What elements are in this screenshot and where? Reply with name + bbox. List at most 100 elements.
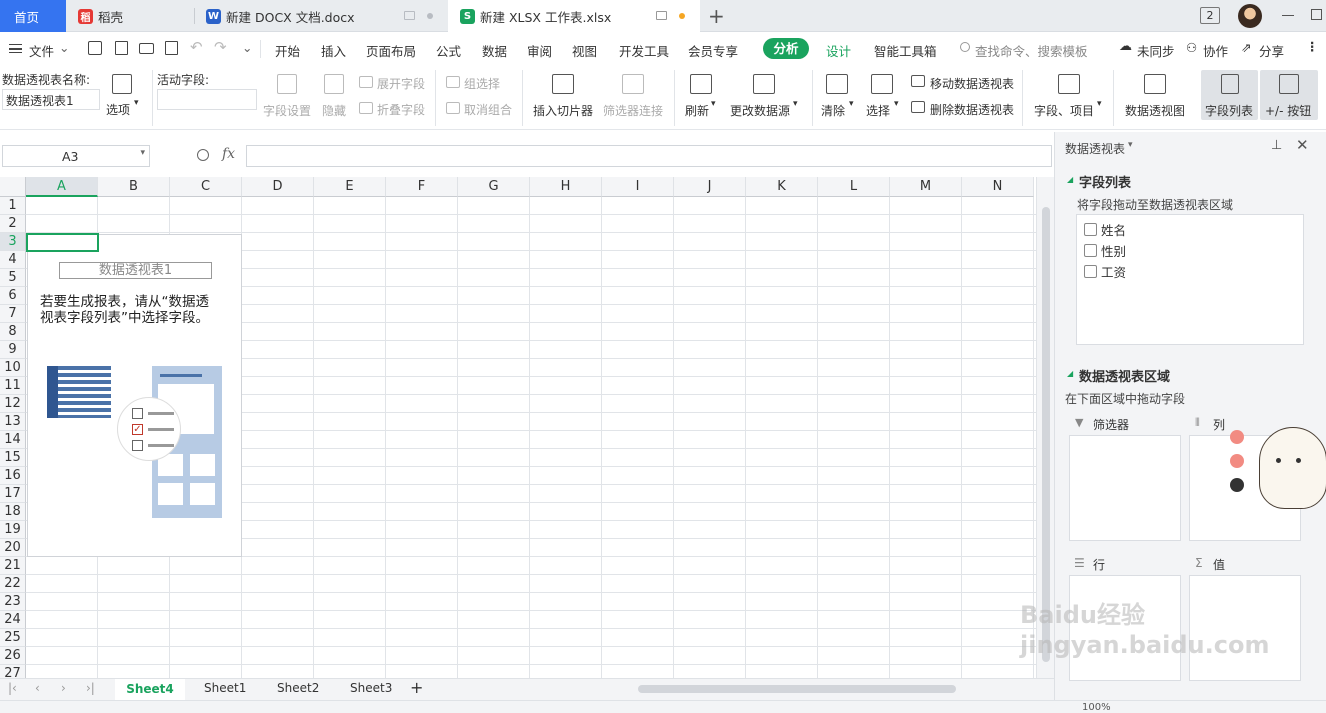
undo-icon[interactable]: ↶ [190, 38, 203, 56]
row-header[interactable]: 24 [0, 611, 26, 629]
menu-file[interactable]: 文件 [29, 41, 54, 60]
tab-docx-document[interactable]: W 新建 DOCX 文档.docx [194, 0, 444, 32]
tab-docer[interactable]: 稻 稻壳 [66, 0, 194, 32]
column-header[interactable]: L [818, 177, 890, 197]
checkbox[interactable] [1084, 244, 1097, 257]
close-icon[interactable]: ✕ [1296, 136, 1309, 154]
checkbox[interactable] [1084, 223, 1097, 236]
refresh-button[interactable]: 刷新 [685, 102, 709, 119]
tab-home[interactable]: 首页 [0, 0, 66, 32]
name-box[interactable]: A3 ▾ [2, 145, 150, 167]
sheet-tab-sheet2[interactable]: Sheet2 [277, 681, 319, 695]
monitor-icon[interactable] [404, 11, 415, 20]
row-header[interactable]: 17 [0, 485, 26, 503]
row-header[interactable]: 4 [0, 251, 26, 269]
formula-input[interactable] [246, 145, 1052, 167]
mascot-bubble-icon[interactable] [1230, 478, 1244, 492]
row-header[interactable]: 19 [0, 521, 26, 539]
sheet-tab-sheet3[interactable]: Sheet3 [350, 681, 392, 695]
field-settings-button[interactable]: 字段设置 [263, 102, 311, 119]
next-sheet-icon[interactable]: › [61, 681, 66, 695]
filter-connection-button[interactable]: 筛选器连接 [603, 102, 663, 119]
row-header[interactable]: 2 [0, 215, 26, 233]
chevron-down-icon[interactable]: ▾ [134, 98, 139, 108]
insert-slicer-button[interactable]: 插入切片器 [533, 102, 593, 119]
spreadsheet-grid[interactable]: ABCDEFGHIJKLMN 1 2 3 4 5 6 7 8 9 10 11 12 13 14 15 16 17… [0, 177, 1036, 678]
new-tab-button[interactable]: + [708, 4, 725, 28]
collapse-triangle-icon[interactable]: ◢ [1067, 369, 1073, 378]
column-header[interactable]: B [98, 177, 170, 197]
clear-button[interactable]: 清除 [821, 102, 845, 119]
chevron-down-icon[interactable]: ▾ [140, 148, 145, 158]
pivot-chart-button[interactable]: 数据透视图 [1125, 102, 1185, 119]
zoom-formula-icon[interactable] [197, 149, 209, 161]
export-icon[interactable] [115, 41, 128, 55]
pivot-name-input[interactable]: 数据透视表1 [2, 89, 100, 110]
more-options-icon[interactable]: ⋮ [1306, 39, 1319, 54]
row-header[interactable]: 22 [0, 575, 26, 593]
checkbox[interactable] [1084, 265, 1097, 278]
menu-formula[interactable]: 公式 [436, 41, 461, 60]
fields-items-button[interactable]: 字段、项目 [1034, 102, 1094, 119]
tab-xlsx-worksheet[interactable]: S 新建 XLSX 工作表.xlsx [448, 0, 700, 32]
scrollbar-thumb[interactable] [638, 685, 956, 693]
menu-design[interactable]: 设计 [826, 41, 851, 60]
first-sheet-icon[interactable]: |‹ [8, 681, 17, 695]
print-preview-icon[interactable] [165, 41, 178, 55]
field-item-salary[interactable]: 工资 [1084, 262, 1126, 281]
menu-analyze[interactable]: 分析 [763, 38, 809, 59]
collapse-triangle-icon[interactable]: ◢ [1067, 175, 1073, 184]
row-header[interactable]: 12 [0, 395, 26, 413]
row-header[interactable]: 8 [0, 323, 26, 341]
row-header[interactable]: 20 [0, 539, 26, 557]
tab-count-badge[interactable]: 2 [1200, 7, 1220, 24]
row-header[interactable]: 21 [0, 557, 26, 575]
row-header[interactable]: 14 [0, 431, 26, 449]
menu-data[interactable]: 数据 [482, 41, 507, 60]
column-header[interactable]: A [26, 177, 98, 197]
command-search-input[interactable]: 查找命令、搜索模板 [975, 41, 1088, 60]
chevron-down-icon[interactable]: ▾ [1097, 99, 1102, 109]
field-item-name[interactable]: 姓名 [1084, 220, 1126, 239]
row-header[interactable]: 25 [0, 629, 26, 647]
column-header[interactable]: E [314, 177, 386, 197]
mascot-bubble-icon[interactable] [1230, 430, 1244, 444]
field-item-gender[interactable]: 性别 [1084, 241, 1126, 260]
select-button[interactable]: 选择 [866, 102, 890, 119]
row-header[interactable]: 26 [0, 647, 26, 665]
row-header[interactable]: 3 [0, 233, 26, 251]
pin-icon[interactable]: ⊥ [1271, 138, 1282, 153]
column-header[interactable]: C [170, 177, 242, 197]
menu-page-layout[interactable]: 页面布局 [366, 41, 416, 60]
column-header[interactable]: F [386, 177, 458, 197]
avatar[interactable] [1238, 4, 1262, 28]
collaborate-button[interactable]: 协作 [1203, 41, 1228, 60]
column-header[interactable]: M [890, 177, 962, 197]
menu-start[interactable]: 开始 [275, 41, 300, 60]
chevron-down-icon[interactable]: ▾ [793, 99, 798, 109]
select-all-corner[interactable] [0, 177, 26, 197]
quick-access-more-icon[interactable]: ⌄ [242, 40, 252, 55]
row-header[interactable]: 11 [0, 377, 26, 395]
hide-button[interactable]: 隐藏 [322, 102, 346, 119]
active-cell-a3[interactable] [26, 233, 99, 252]
sheet-tab-sheet4[interactable]: Sheet4 [115, 679, 185, 700]
menu-member[interactable]: 会员专享 [688, 41, 738, 60]
filter-drop-zone[interactable] [1069, 435, 1181, 541]
redo-icon[interactable]: ↷ [214, 38, 227, 56]
sheet-tab-sheet1[interactable]: Sheet1 [204, 681, 246, 695]
move-pivot-button[interactable]: 移动数据透视表 [930, 75, 1014, 92]
row-header[interactable]: 16 [0, 467, 26, 485]
save-icon[interactable] [88, 41, 102, 55]
chevron-down-icon[interactable]: ⌄ [59, 40, 69, 55]
zoom-level[interactable]: 100% [1082, 702, 1111, 713]
ungroup-button[interactable]: 取消组合 [464, 101, 512, 118]
row-header[interactable]: 18 [0, 503, 26, 521]
change-source-button[interactable]: 更改数据源 [730, 102, 790, 119]
row-header[interactable]: 6 [0, 287, 26, 305]
chevron-down-icon[interactable]: ▾ [1128, 140, 1133, 150]
row-header[interactable]: 15 [0, 449, 26, 467]
fx-icon[interactable]: fx [222, 146, 235, 162]
column-header[interactable]: D [242, 177, 314, 197]
row-header[interactable]: 9 [0, 341, 26, 359]
